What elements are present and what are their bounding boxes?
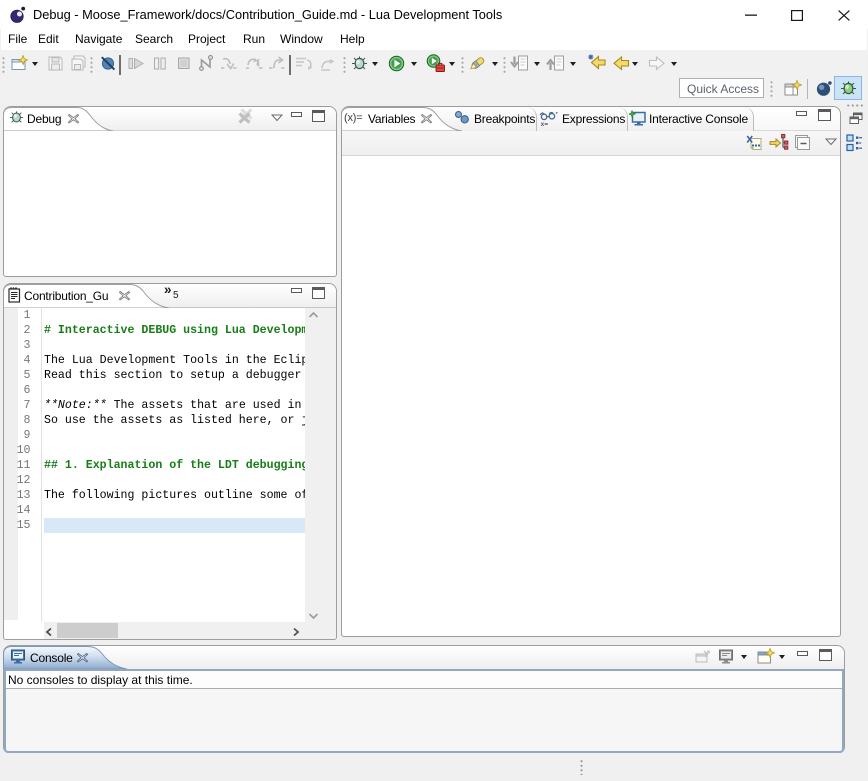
svg-text:x=: x= bbox=[541, 121, 548, 127]
